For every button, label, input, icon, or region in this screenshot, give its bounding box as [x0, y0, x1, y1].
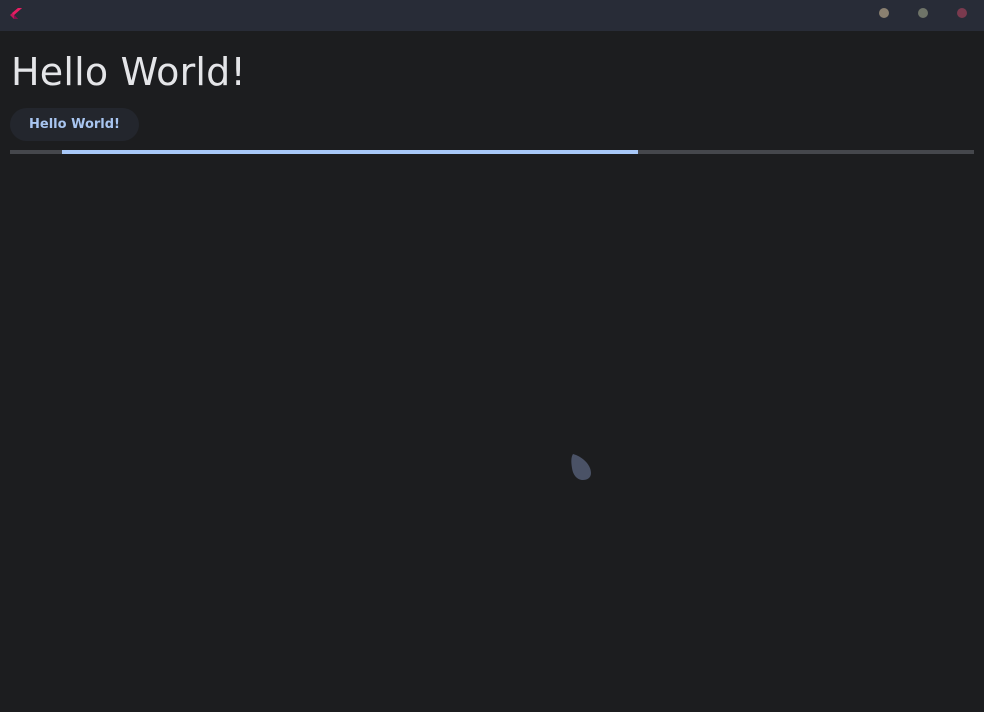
- loading-spinner-icon: [571, 454, 591, 480]
- page-title: Hello World!: [11, 50, 246, 94]
- window-titlebar: [0, 0, 984, 31]
- hello-world-button[interactable]: Hello World!: [10, 108, 139, 141]
- progress-indicator: [62, 150, 638, 154]
- window-maximize-button[interactable]: [918, 8, 928, 18]
- window-minimize-button[interactable]: [879, 8, 889, 18]
- linear-progress-bar: [10, 150, 974, 154]
- flutter-logo-icon: [10, 8, 22, 19]
- window-close-button[interactable]: [957, 8, 967, 18]
